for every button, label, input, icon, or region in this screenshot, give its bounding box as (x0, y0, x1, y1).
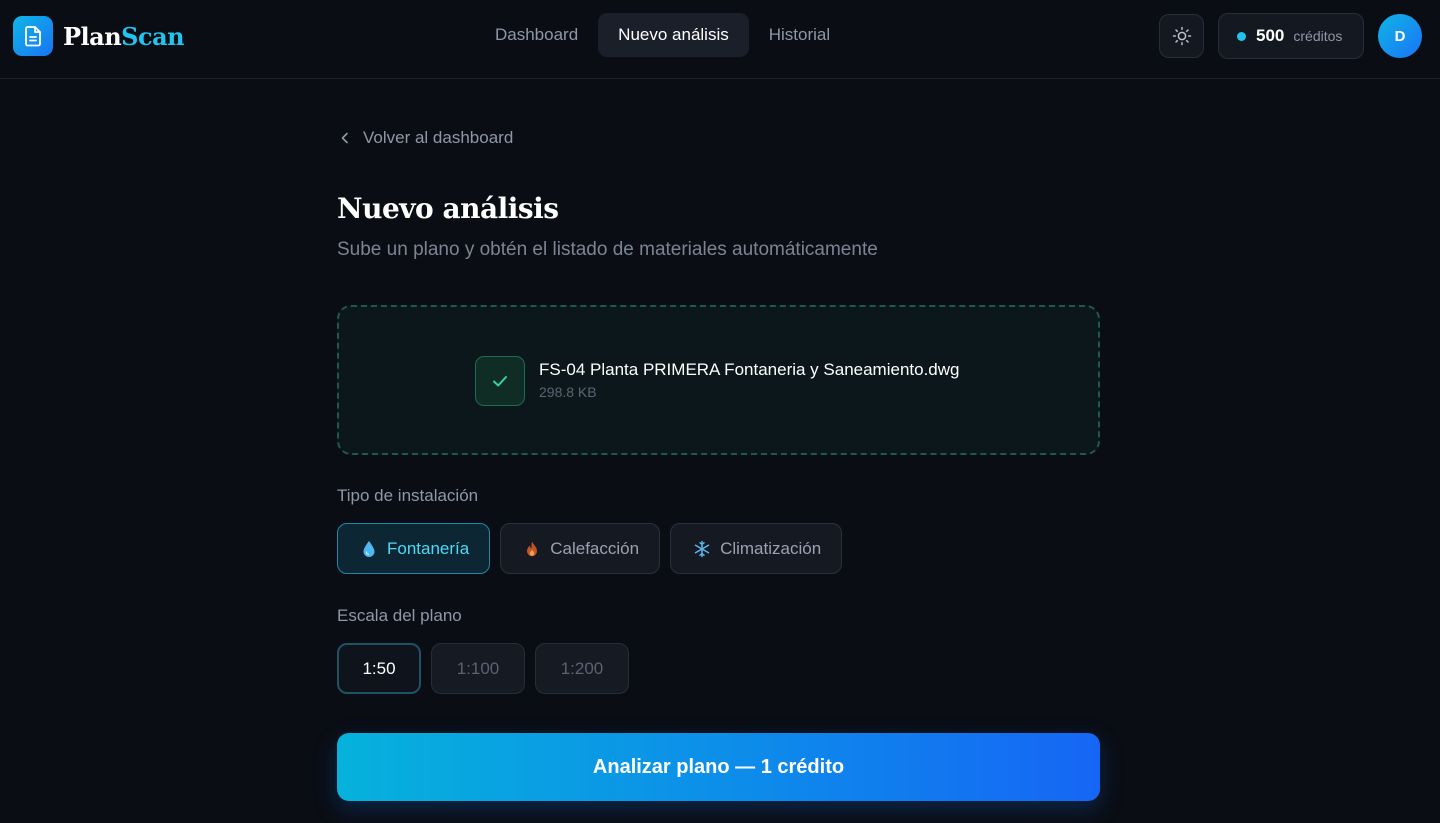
scale-1-200-button[interactable]: 1:200 (535, 643, 629, 694)
scale-1-50-button[interactable]: 1:50 (337, 643, 421, 694)
sun-icon (1172, 26, 1192, 46)
document-icon (13, 16, 53, 56)
back-label: Volver al dashboard (363, 128, 514, 147)
type-climatizacion-button[interactable]: Climatización (670, 523, 843, 574)
type-fontaneria-label: Fontanería (387, 538, 470, 558)
check-icon (475, 356, 525, 406)
water-drop-icon (360, 540, 378, 558)
nav-historial[interactable]: Historial (749, 13, 850, 57)
user-avatar[interactable]: D (1378, 14, 1422, 58)
page-title: Nuevo análisis (337, 192, 559, 225)
nav-dashboard[interactable]: Dashboard (475, 13, 598, 57)
type-calefaccion-label: Calefacción (550, 538, 640, 558)
uploaded-file-name: FS-04 Planta PRIMERA Fontaneria y Saneam… (539, 360, 960, 379)
credits-dot-icon (1237, 31, 1246, 41)
scale-1-100-button[interactable]: 1:100 (431, 643, 525, 694)
credits-badge[interactable]: 500 créditos (1218, 13, 1364, 59)
type-calefaccion-button[interactable]: Calefacción (500, 523, 661, 574)
page-subtitle: Sube un plano y obtén el listado de mate… (337, 239, 878, 260)
main-nav: Dashboard Nuevo análisis Historial (475, 13, 850, 57)
chevron-left-icon (337, 130, 353, 146)
uploaded-file-size: 298.8 KB (539, 384, 597, 400)
brand-name: PlanScan (63, 21, 185, 51)
credits-amount: 500 (1256, 26, 1285, 45)
credits-label: créditos (1293, 28, 1343, 44)
type-fontaneria-button[interactable]: Fontanería (337, 523, 491, 574)
top-navbar: PlanScan Dashboard Nuevo análisis Histor… (0, 0, 1440, 79)
plan-scale-group: 1:50 1:100 1:200 (337, 643, 629, 694)
installation-type-label: Tipo de instalación (337, 486, 479, 505)
flame-icon (523, 540, 541, 558)
brand-name-part1: Plan (63, 21, 122, 51)
installation-type-group: Fontanería Calefacción Climatización (337, 523, 843, 574)
plan-scale-label: Escala del plano (337, 606, 462, 625)
snowflake-icon (693, 540, 711, 558)
analyze-plan-button[interactable]: Analizar plano — 1 crédito (337, 733, 1100, 801)
brand-logo[interactable]: PlanScan (13, 16, 185, 56)
brand-name-part2: Scan (121, 21, 185, 51)
back-to-dashboard-link[interactable]: Volver al dashboard (337, 128, 513, 148)
nav-nuevo-analisis[interactable]: Nuevo análisis (598, 13, 749, 57)
type-climatizacion-label: Climatización (720, 538, 822, 558)
file-dropzone[interactable]: FS-04 Planta PRIMERA Fontaneria y Saneam… (337, 305, 1100, 455)
theme-toggle-button[interactable] (1159, 14, 1204, 58)
